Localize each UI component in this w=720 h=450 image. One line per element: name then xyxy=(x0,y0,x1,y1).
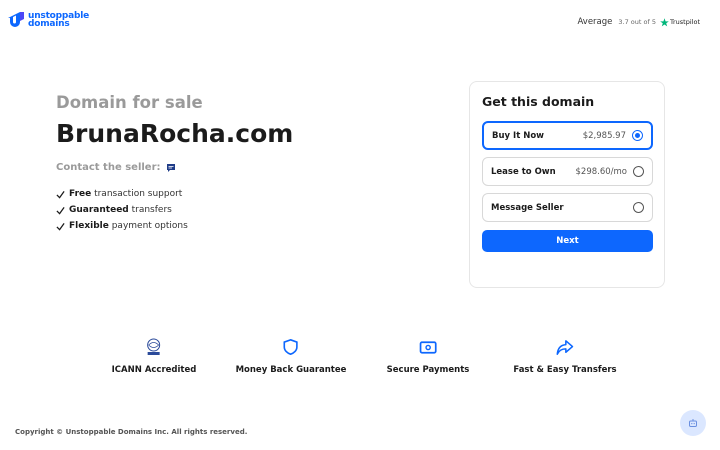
feature-list: Free transaction support Guaranteed tran… xyxy=(56,186,188,234)
copyright-text: Copyright © Unstoppable Domains Inc. All… xyxy=(15,428,248,436)
brand-name: unstoppable domains xyxy=(28,11,89,29)
trustpilot-rating[interactable]: Average 3.7 out of 5 Trustpilot xyxy=(577,17,700,27)
chat-message-icon[interactable] xyxy=(166,163,176,173)
trustpilot-star-icon xyxy=(660,17,669,26)
badge-icann: ICANN Accredited xyxy=(111,337,197,375)
share-arrow-icon xyxy=(555,337,575,357)
checkmark-icon xyxy=(56,190,65,199)
feature-bold: Guaranteed xyxy=(69,205,129,215)
purchase-card: Get this domain Buy It Now $2,985.97 Lea… xyxy=(469,81,665,288)
contact-seller: Contact the seller: xyxy=(56,162,176,173)
feature-text: payment options xyxy=(108,221,188,231)
option-message-seller[interactable]: Message Seller xyxy=(482,193,653,222)
next-button[interactable]: Next xyxy=(482,230,653,252)
radio-unselected[interactable] xyxy=(633,202,644,213)
feature-text: transfers xyxy=(128,205,172,215)
brand-line2: domains xyxy=(28,18,70,29)
option-buy-it-now[interactable]: Buy It Now $2,985.97 xyxy=(482,121,653,150)
feature-text: transaction support xyxy=(91,189,183,199)
icann-logo-icon xyxy=(144,337,164,357)
domain-for-sale-heading: Domain for sale xyxy=(56,93,203,112)
contact-seller-label: Contact the seller: xyxy=(56,162,161,173)
badge-fast-transfers: Fast & Easy Transfers xyxy=(513,337,617,375)
feature-item: Flexible payment options xyxy=(56,218,188,234)
checkmark-icon xyxy=(56,206,65,215)
radio-unselected[interactable] xyxy=(633,166,644,177)
badge-money-back: Money Back Guarantee xyxy=(235,337,347,375)
feature-bold: Free xyxy=(69,189,92,199)
purchase-card-title: Get this domain xyxy=(482,94,595,109)
option-label: Buy It Now xyxy=(492,130,545,141)
option-lease-to-own[interactable]: Lease to Own $298.60/mo xyxy=(482,157,653,186)
trustpilot-brand: Trustpilot xyxy=(660,17,700,27)
option-label: Message Seller xyxy=(491,202,564,213)
option-price: $298.60/mo xyxy=(575,166,628,177)
badge-label: Money Back Guarantee xyxy=(235,365,347,375)
chat-widget-button[interactable] xyxy=(680,410,706,436)
feature-item: Guaranteed transfers xyxy=(56,202,188,218)
feature-bold: Flexible xyxy=(69,221,109,231)
payment-card-icon xyxy=(418,337,438,357)
badge-label: Fast & Easy Transfers xyxy=(513,365,617,375)
checkmark-icon xyxy=(56,222,65,231)
badge-secure-payments: Secure Payments xyxy=(386,337,470,375)
option-price: $2,985.97 xyxy=(582,130,626,141)
domain-name-title: BrunaRocha.com xyxy=(56,119,294,148)
chat-bot-icon xyxy=(689,419,697,427)
radio-selected[interactable] xyxy=(632,130,643,141)
badge-label: ICANN Accredited xyxy=(111,365,197,375)
brand-logo-icon xyxy=(8,12,24,27)
badge-label: Secure Payments xyxy=(386,365,470,375)
shield-icon xyxy=(281,337,301,357)
feature-item: Free transaction support xyxy=(56,186,188,202)
rating-label: Average xyxy=(577,17,613,27)
rating-score: 3.7 out of 5 xyxy=(618,18,656,26)
option-label: Lease to Own xyxy=(491,166,556,177)
brand-logo[interactable]: unstoppable domains xyxy=(8,11,89,28)
trustpilot-name: Trustpilot xyxy=(669,18,700,26)
